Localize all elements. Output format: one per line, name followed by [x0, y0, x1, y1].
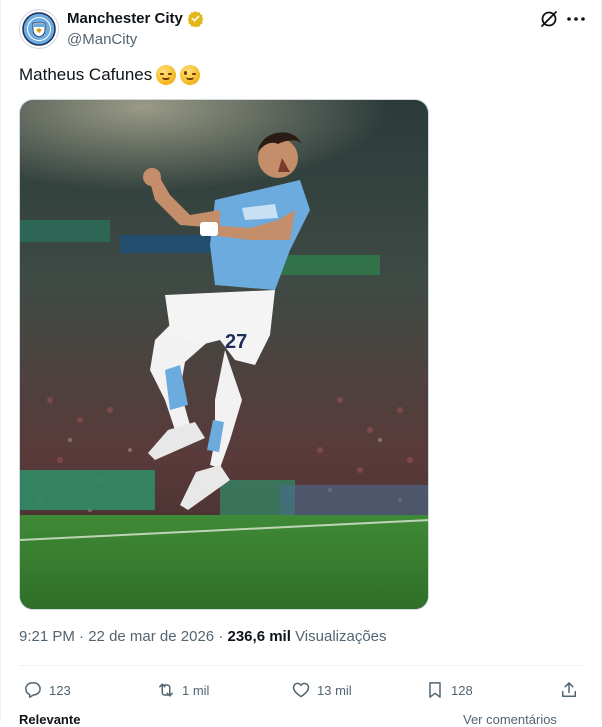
tweet-meta: 9:21 PM · 22 de mar de 2026 · 236,6 mil …: [19, 628, 387, 645]
shirt-number: 27: [225, 331, 247, 353]
share-button[interactable]: [559, 678, 579, 702]
divider: [19, 665, 585, 666]
tweet-date[interactable]: 22 de mar de 2026: [88, 628, 214, 645]
action-bar: 123 1 mil 13 mil 128: [19, 678, 585, 702]
grok-icon[interactable]: [539, 9, 559, 29]
reply-icon: [25, 682, 41, 698]
meta-separator-2: ·: [218, 628, 224, 645]
relieved-face-emoji-icon: [156, 65, 177, 85]
reply-count: 123: [49, 682, 71, 698]
share-icon: [562, 682, 576, 697]
like-button[interactable]: 13 mil: [291, 678, 352, 702]
repost-count: 1 mil: [182, 682, 210, 698]
verified-badge-icon: [187, 11, 204, 27]
bookmark-button[interactable]: 128: [425, 678, 473, 702]
more-options-icon[interactable]: [565, 8, 587, 30]
view-comments-link[interactable]: Ver comentários: [463, 712, 557, 727]
sort-relevance-button[interactable]: Relevante: [19, 712, 80, 727]
bookmark-count: 128: [451, 682, 473, 698]
tweet-time[interactable]: 9:21 PM: [19, 628, 75, 645]
name-row: Manchester City: [67, 10, 204, 27]
man-city-crest-icon: [22, 12, 56, 46]
views-count: 236,6 mil: [227, 628, 291, 645]
display-name[interactable]: Manchester City: [67, 10, 183, 27]
winking-face-emoji-icon: [180, 65, 201, 85]
tweet-container: Manchester City @ManCity Matheus Cafunes: [0, 0, 602, 727]
tweet-text-content: Matheus Cafunes: [19, 65, 153, 84]
celebration-photo: 27: [20, 100, 428, 609]
tweet-text: Matheus Cafunes: [19, 64, 201, 86]
handle[interactable]: @ManCity: [67, 31, 137, 48]
bookmark-icon: [429, 682, 441, 698]
reply-button[interactable]: 123: [23, 678, 71, 702]
views-label: Visualizações: [295, 628, 387, 645]
avatar[interactable]: [19, 9, 59, 49]
like-count: 13 mil: [317, 682, 352, 698]
meta-separator: ·: [79, 628, 85, 645]
repost-icon: [159, 683, 173, 697]
repost-button[interactable]: 1 mil: [156, 678, 209, 702]
tweet-photo[interactable]: 27: [19, 99, 429, 610]
heart-icon: [292, 682, 310, 698]
